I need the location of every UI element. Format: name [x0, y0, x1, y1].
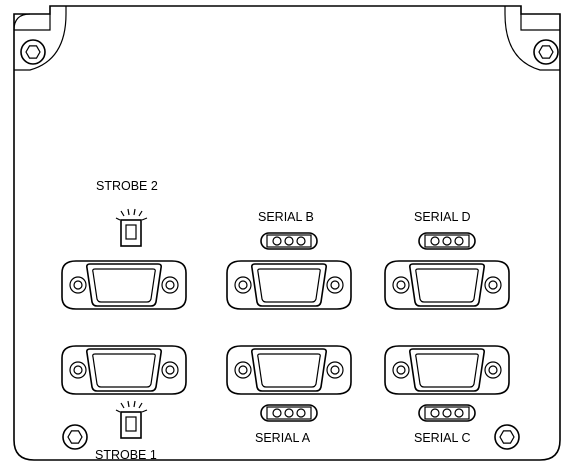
db9-connector-icon	[384, 345, 510, 395]
hex-screw-icon	[20, 39, 46, 65]
serial-b-label: SERIAL B	[258, 210, 314, 224]
strobe-lamp-icon	[115, 400, 148, 439]
hex-screw-icon	[533, 39, 559, 65]
db9-connector-icon	[61, 260, 187, 310]
db9-connector-icon	[61, 345, 187, 395]
hex-screw-icon	[494, 424, 520, 450]
panel-diagram: STROBE 2 SERIAL B SERIAL D SERIAL A SERI…	[13, 5, 561, 462]
db9-connector-icon	[384, 260, 510, 310]
three-position-switch-icon[interactable]	[418, 404, 476, 422]
serial-c-label: SERIAL C	[414, 431, 471, 445]
db9-connector-icon	[226, 345, 352, 395]
three-position-switch-icon[interactable]	[260, 232, 318, 250]
three-position-switch-icon[interactable]	[418, 232, 476, 250]
three-position-switch-icon[interactable]	[260, 404, 318, 422]
strobe-2-label: STROBE 2	[96, 179, 158, 193]
strobe-lamp-icon	[115, 208, 148, 247]
serial-a-label: SERIAL A	[255, 431, 311, 445]
strobe-1-label: STROBE 1	[95, 448, 157, 462]
db9-connector-icon	[226, 260, 352, 310]
hex-screw-icon	[62, 424, 88, 450]
serial-d-label: SERIAL D	[414, 210, 471, 224]
